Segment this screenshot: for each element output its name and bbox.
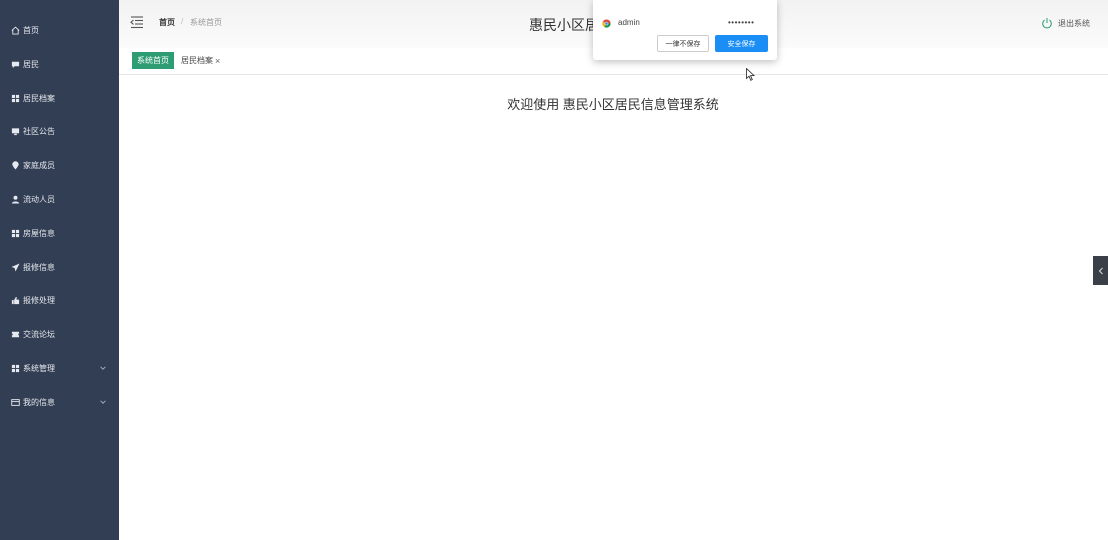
sidebar-item-label: 流动人员 xyxy=(23,194,55,204)
sidebar-item-label: 首页 xyxy=(23,25,39,35)
breadcrumb-current: 系统首页 xyxy=(190,18,222,27)
sidebar-item-label: 居民 xyxy=(23,59,39,69)
chevron-left-icon xyxy=(1098,267,1103,274)
menu-toggle-icon[interactable] xyxy=(130,15,144,29)
sidebar: 首页 居民 居民档案 社区公告 家庭成员 流动人员 房屋信息 报修信息 报修处理… xyxy=(0,0,119,540)
site-title: 惠民小区居 xyxy=(529,17,599,33)
save-password-popup: admin •••••••• 一律不保存 安全保存 xyxy=(593,0,777,60)
chat-icon xyxy=(11,60,20,69)
saved-username: admin xyxy=(618,18,640,27)
logout-button[interactable]: 退出系统 xyxy=(1041,17,1090,29)
sidebar-item-label: 报修信息 xyxy=(23,262,55,272)
never-save-button[interactable]: 一律不保存 xyxy=(657,35,709,52)
sidebar-item-label: 报修处理 xyxy=(23,295,55,305)
sidebar-item-floating[interactable]: 流动人员 xyxy=(0,187,119,211)
home-icon xyxy=(11,25,20,35)
panel-toggle-handle[interactable] xyxy=(1093,256,1108,285)
grid-icon xyxy=(11,229,20,238)
saved-password-mask: •••••••• xyxy=(728,18,755,27)
sidebar-item-label: 交流论坛 xyxy=(23,329,55,339)
close-icon[interactable]: × xyxy=(215,56,220,66)
card-icon xyxy=(11,398,20,407)
sidebar-item-resident-archive[interactable]: 居民档案 xyxy=(0,86,119,110)
main-content: 欢迎使用 惠民小区居民信息管理系统 xyxy=(119,76,1095,540)
sidebar-item-label: 我的信息 xyxy=(23,397,55,407)
breadcrumb-home[interactable]: 首页 xyxy=(159,17,175,28)
sidebar-item-label: 社区公告 xyxy=(23,126,55,136)
sidebar-item-my-info[interactable]: 我的信息 xyxy=(0,390,119,414)
sidebar-item-system[interactable]: 系统管理 xyxy=(0,356,119,380)
sidebar-item-family[interactable]: 家庭成员 xyxy=(0,153,119,177)
mouse-cursor-icon xyxy=(746,68,755,81)
sidebar-item-house[interactable]: 房屋信息 xyxy=(0,221,119,245)
tab-resident-archive[interactable]: 居民档案 × xyxy=(181,52,220,69)
tab-system-home[interactable]: 系统首页 xyxy=(132,52,174,69)
chrome-icon xyxy=(602,19,611,28)
chevron-down-icon xyxy=(99,364,107,372)
send-icon xyxy=(11,262,20,272)
sidebar-item-resident[interactable]: 居民 xyxy=(0,52,119,76)
grid-icon xyxy=(11,364,20,373)
location-icon xyxy=(11,160,20,170)
grid-icon xyxy=(11,94,20,103)
user-icon xyxy=(11,195,20,204)
sidebar-item-label: 房屋信息 xyxy=(23,228,55,238)
save-password-button[interactable]: 安全保存 xyxy=(715,35,768,52)
sidebar-item-label: 系统管理 xyxy=(23,363,55,373)
sidebar-item-label: 家庭成员 xyxy=(23,160,55,170)
power-icon xyxy=(1041,17,1053,29)
tab-label: 居民档案 xyxy=(181,56,213,65)
sidebar-item-label: 居民档案 xyxy=(23,93,55,103)
thumb-icon xyxy=(11,296,20,305)
monitor-icon xyxy=(11,127,20,136)
ticket-icon xyxy=(11,330,20,339)
logout-label: 退出系统 xyxy=(1058,18,1090,28)
sidebar-item-forum[interactable]: 交流论坛 xyxy=(0,322,119,346)
sidebar-item-repair-handle[interactable]: 报修处理 xyxy=(0,288,119,312)
app-window: 首页 居民 居民档案 社区公告 家庭成员 流动人员 房屋信息 报修信息 报修处理… xyxy=(0,0,1108,540)
sidebar-item-repair[interactable]: 报修信息 xyxy=(0,255,119,279)
chevron-down-icon xyxy=(99,398,107,406)
welcome-message: 欢迎使用 惠民小区居民信息管理系统 xyxy=(507,97,719,112)
breadcrumb-separator: / xyxy=(181,17,184,26)
sidebar-item-announcement[interactable]: 社区公告 xyxy=(0,119,119,143)
sidebar-item-home[interactable]: 首页 xyxy=(0,18,119,42)
